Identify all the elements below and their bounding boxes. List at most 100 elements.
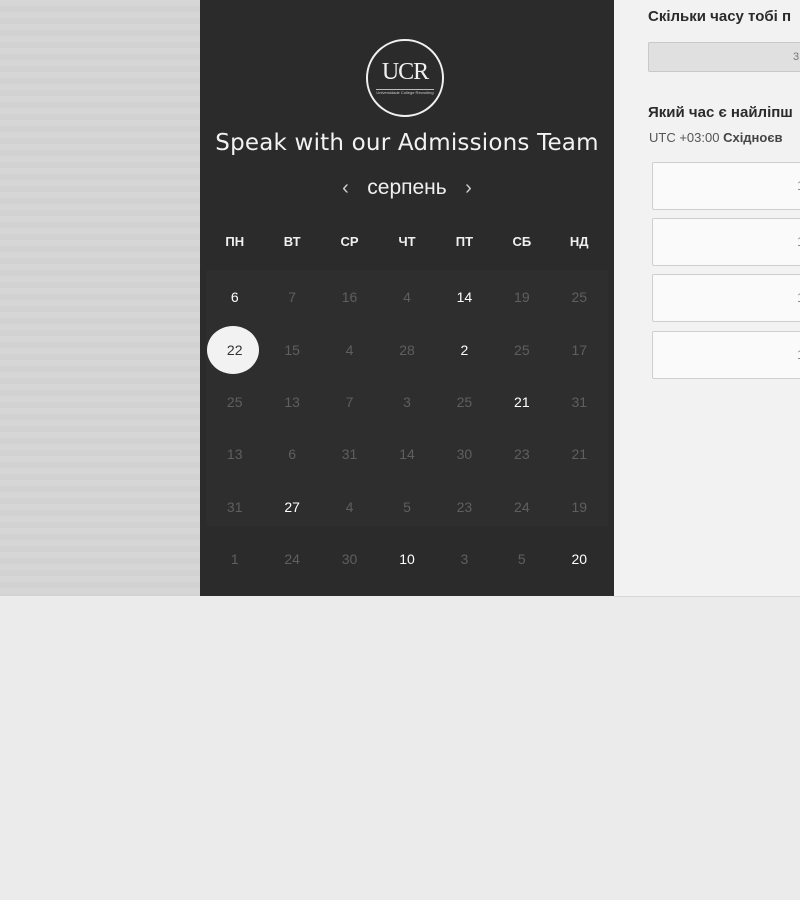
selected-day-cell[interactable]: 22 [206, 323, 263, 375]
unavailable-day-cell: 7 [263, 271, 320, 323]
unavailable-day-cell: 13 [263, 376, 320, 428]
unavailable-day-cell: 21 [551, 428, 608, 480]
calendar-week-row: 13 6 31 14 30 23 21 [206, 428, 608, 480]
day-number: 14 [456, 289, 473, 306]
day-number: 4 [345, 498, 354, 515]
day-number: 24 [284, 551, 300, 568]
day-number: 2 [460, 341, 469, 358]
day-number: 24 [514, 498, 530, 515]
unavailable-day-cell: 19 [551, 481, 608, 533]
day-number: 30 [456, 446, 473, 463]
scheduler-panel: UCR Universidade College Recruiting Spea… [200, 0, 614, 596]
timezone-label: UTC +03:00 Східноєв [649, 130, 783, 145]
day-number: 22 [226, 341, 243, 358]
available-day-cell[interactable]: 27 [263, 481, 320, 533]
weekday-label: СБ [512, 234, 532, 249]
weekday-label: ВТ [283, 234, 301, 249]
weekday-label: НД [569, 234, 589, 249]
next-month-chevron-icon[interactable]: › [451, 177, 486, 200]
day-number: 27 [284, 498, 300, 515]
unavailable-day-cell: 5 [493, 533, 550, 585]
day-number: 25 [514, 341, 530, 358]
unavailable-day-cell: 14 [378, 428, 435, 480]
calendar-week-row: 31 27 4 5 23 24 19 [206, 481, 608, 533]
day-number: 23 [514, 446, 530, 463]
unavailable-day-cell: 15 [263, 323, 320, 375]
day-number: 1 [230, 551, 239, 568]
unavailable-day-cell: 1 [206, 533, 263, 585]
day-number: 13 [284, 393, 300, 410]
month-navigation: ‹ серпень › [200, 176, 614, 200]
unavailable-day-cell: 25 [551, 271, 608, 323]
duration-select[interactable]: 3 [648, 42, 800, 72]
unavailable-day-cell: 3 [436, 533, 493, 585]
unavailable-day-cell: 6 [263, 428, 320, 480]
unavailable-day-cell: 3 [378, 376, 435, 428]
left-background-strip [0, 0, 200, 596]
weekday-label: ЧТ [398, 234, 416, 249]
day-number: 30 [341, 551, 358, 568]
day-number: 25 [226, 393, 243, 410]
day-number: 23 [456, 498, 473, 515]
unavailable-day-cell: 31 [321, 428, 378, 480]
day-number: 6 [230, 289, 239, 306]
available-day-cell[interactable]: 2 [436, 323, 493, 375]
time-slot-button[interactable]: 1 [652, 162, 800, 210]
ucr-logo: UCR Universidade College Recruiting [366, 39, 444, 117]
day-number: 5 [517, 551, 526, 568]
day-number: 25 [571, 289, 588, 306]
day-number: 31 [571, 393, 588, 410]
unavailable-day-cell: 31 [206, 481, 263, 533]
timezone-name[interactable]: Східноєв [723, 130, 782, 145]
day-number: 17 [571, 341, 588, 358]
calendar-week-row: 6 7 16 4 14 19 25 [206, 271, 608, 323]
time-question: Який час є найліпш [648, 104, 793, 121]
available-day-cell[interactable]: 10 [378, 533, 435, 585]
time-slot-button[interactable]: 1 [652, 331, 800, 379]
unavailable-day-cell: 4 [321, 481, 378, 533]
day-number: 31 [226, 498, 243, 515]
day-number: 6 [288, 446, 297, 463]
day-number: 19 [514, 289, 530, 306]
day-number: 25 [456, 393, 473, 410]
day-number: 3 [460, 551, 469, 568]
day-number: 7 [345, 393, 354, 410]
booking-panel: Скільки часу тобі п 3 Який час є найліпш… [614, 0, 800, 597]
duration-question: Скільки часу тобі п [648, 8, 792, 25]
unavailable-day-cell: 13 [206, 428, 263, 480]
logo-text: UCR [381, 59, 429, 85]
prev-month-chevron-icon[interactable]: ‹ [328, 177, 363, 200]
calendar-week-row: 25 13 7 3 25 21 31 [206, 376, 608, 428]
unavailable-day-cell: 31 [551, 376, 608, 428]
unavailable-day-cell: 24 [493, 481, 550, 533]
day-number: 14 [399, 446, 415, 463]
unavailable-day-cell: 4 [378, 271, 435, 323]
unavailable-day-cell: 7 [321, 376, 378, 428]
time-slot-button[interactable]: 1 [652, 218, 800, 266]
available-day-cell[interactable]: 20 [551, 533, 608, 585]
available-day-cell[interactable]: 14 [436, 271, 493, 323]
time-slot-button[interactable]: 1 [652, 274, 800, 322]
unavailable-day-cell: 17 [551, 323, 608, 375]
day-number: 16 [341, 289, 358, 306]
day-number: 31 [341, 446, 358, 463]
unavailable-day-cell: 30 [436, 428, 493, 480]
unavailable-day-cell: 16 [321, 271, 378, 323]
calendar-week-row: 1 24 30 10 3 5 20 [206, 533, 608, 585]
calendar-grid: 6 7 16 4 14 19 25 22 15 4 28 2 25 17 25 13 7 3 25 21 31 13 6 31… [206, 271, 608, 585]
current-month-label: серпень [367, 176, 447, 199]
timezone-offset: UTC +03:00 [649, 130, 720, 145]
weekday-header-row: ПН ВТ СР ЧТ ПТ СБ НД [206, 234, 608, 252]
available-day-cell[interactable]: 21 [493, 376, 550, 428]
unavailable-day-cell: 25 [436, 376, 493, 428]
day-number: 5 [403, 498, 411, 515]
day-number: 4 [403, 289, 411, 306]
day-number: 4 [345, 341, 354, 358]
day-number: 21 [514, 393, 530, 410]
unavailable-day-cell: 23 [436, 481, 493, 533]
day-number: 15 [284, 341, 300, 358]
day-number: 19 [571, 498, 588, 515]
available-day-cell[interactable]: 6 [206, 271, 263, 323]
weekday-label: ПН [225, 234, 245, 249]
logo-subtitle: Universidade College Recruiting [376, 89, 434, 95]
